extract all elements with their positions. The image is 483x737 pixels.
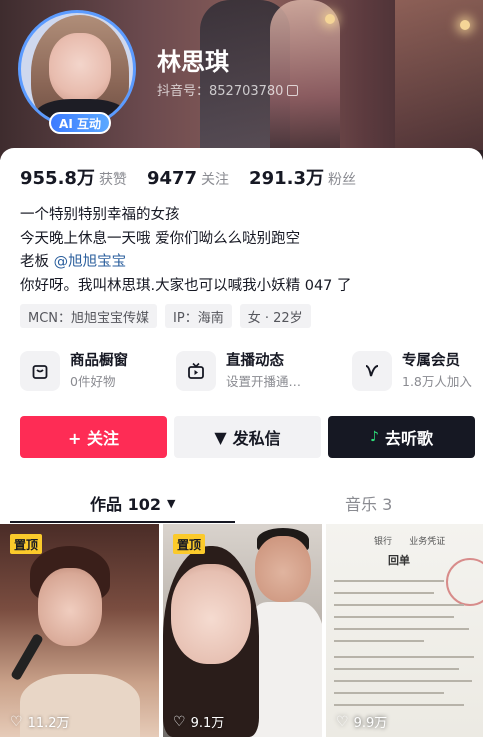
pinned-badge: 置顶 <box>10 534 43 554</box>
feature-membership[interactable]: 专属会员 1.8万人加入 <box>352 346 472 396</box>
like-count: ♡ 11.2万 <box>10 713 70 732</box>
bio-line: 今天晚上休息一天哦 爱你们呦么么哒别跑空 <box>20 230 301 247</box>
banner-light <box>325 14 335 24</box>
v-badge-icon <box>352 351 392 391</box>
follow-button[interactable]: + 关注 <box>20 416 167 458</box>
stat-likes[interactable]: 955.8万 获赞 <box>20 164 127 190</box>
banner-photo-background <box>395 0 483 150</box>
shopping-bag-icon <box>20 351 60 391</box>
heart-icon: ♡ <box>10 713 23 730</box>
tab-music[interactable]: 音乐 3 <box>345 484 392 522</box>
tag-mcn[interactable]: MCN：旭旭宝宝传媒 <box>20 304 158 328</box>
profile-name: 林思琪 <box>157 48 229 76</box>
stat-followers[interactable]: 291.3万 粉丝 <box>249 164 356 190</box>
profile-banner: AI 互动 林思琪 抖音号：852703780 <box>0 0 483 160</box>
avatar[interactable] <box>18 10 136 128</box>
pinned-badge: 置顶 <box>173 534 206 554</box>
video-thumbnail[interactable]: 置顶 ♡ 9.1万 <box>163 524 322 737</box>
send-icon: ▼ <box>214 427 227 447</box>
bio-line: 老板 @旭旭宝宝 <box>20 254 127 270</box>
tab-works[interactable]: 作品 102 ▼ <box>90 484 175 522</box>
video-thumbnail[interactable]: 置顶 ♡ 11.2万 <box>0 524 159 737</box>
action-buttons: + 关注 ▼ 发私信 ♪ 去听歌 <box>20 416 475 458</box>
stat-following[interactable]: 9477 关注 <box>147 168 229 189</box>
microphone <box>10 632 44 682</box>
heart-icon: ♡ <box>336 713 349 730</box>
banner-light <box>460 20 470 30</box>
message-button[interactable]: ▼ 发私信 <box>174 416 321 458</box>
ai-interaction-badge[interactable]: AI 互动 <box>49 112 111 134</box>
music-note-icon: ♪ <box>370 429 379 445</box>
tag-ip: IP：海南 <box>165 304 232 328</box>
video-grid: 置顶 ♡ 11.2万 置顶 ♡ 9.1万 银行 业务凭证 回单 ♡ 9.9万 <box>0 524 483 737</box>
like-count: ♡ 9.1万 <box>173 713 225 732</box>
douyin-id[interactable]: 抖音号：852703780 <box>157 80 299 99</box>
tag-gender-age: 女 · 22岁 <box>239 304 311 328</box>
feature-row: 商品橱窗 0件好物 直播动态 设置开播通… 专属会员 1.8万人加入 <box>0 346 483 396</box>
profile-bio: 一个特别特别幸福的女孩 今天晚上休息一天哦 爱你们呦么么哒别跑空 老板 @旭旭宝… <box>20 204 352 298</box>
like-count: ♡ 9.9万 <box>336 713 388 732</box>
listen-music-button[interactable]: ♪ 去听歌 <box>328 416 475 458</box>
profile-card: 955.8万 获赞 9477 关注 291.3万 粉丝 一个特别特别幸福的女孩 … <box>0 148 483 737</box>
caret-down-icon: ▼ <box>166 496 176 510</box>
stamp <box>446 558 483 606</box>
heart-icon: ♡ <box>173 713 186 730</box>
profile-tags: MCN：旭旭宝宝传媒 IP：海南 女 · 22岁 <box>20 304 311 328</box>
video-thumbnail[interactable]: 银行 业务凭证 回单 ♡ 9.9万 <box>326 524 483 737</box>
bio-line: 一个特别特别幸福的女孩 <box>20 207 180 223</box>
mention-link[interactable]: @旭旭宝宝 <box>54 254 127 270</box>
tv-icon <box>176 351 216 391</box>
copy-icon[interactable] <box>287 85 299 96</box>
feature-live-updates[interactable]: 直播动态 设置开播通… <box>176 346 301 396</box>
content-tabs: 作品 102 ▼ 音乐 3 <box>0 484 483 523</box>
active-tab-indicator <box>10 521 235 523</box>
feature-shop-window[interactable]: 商品橱窗 0件好物 <box>20 346 128 396</box>
profile-page: AI 互动 林思琪 抖音号：852703780 955.8万 获赞 9477 关… <box>0 0 483 737</box>
bio-line: 你好呀。我叫林思琪.大家也可以喊我小妖精 047 了 <box>20 277 352 294</box>
profile-stats: 955.8万 获赞 9477 关注 291.3万 粉丝 <box>20 164 364 190</box>
